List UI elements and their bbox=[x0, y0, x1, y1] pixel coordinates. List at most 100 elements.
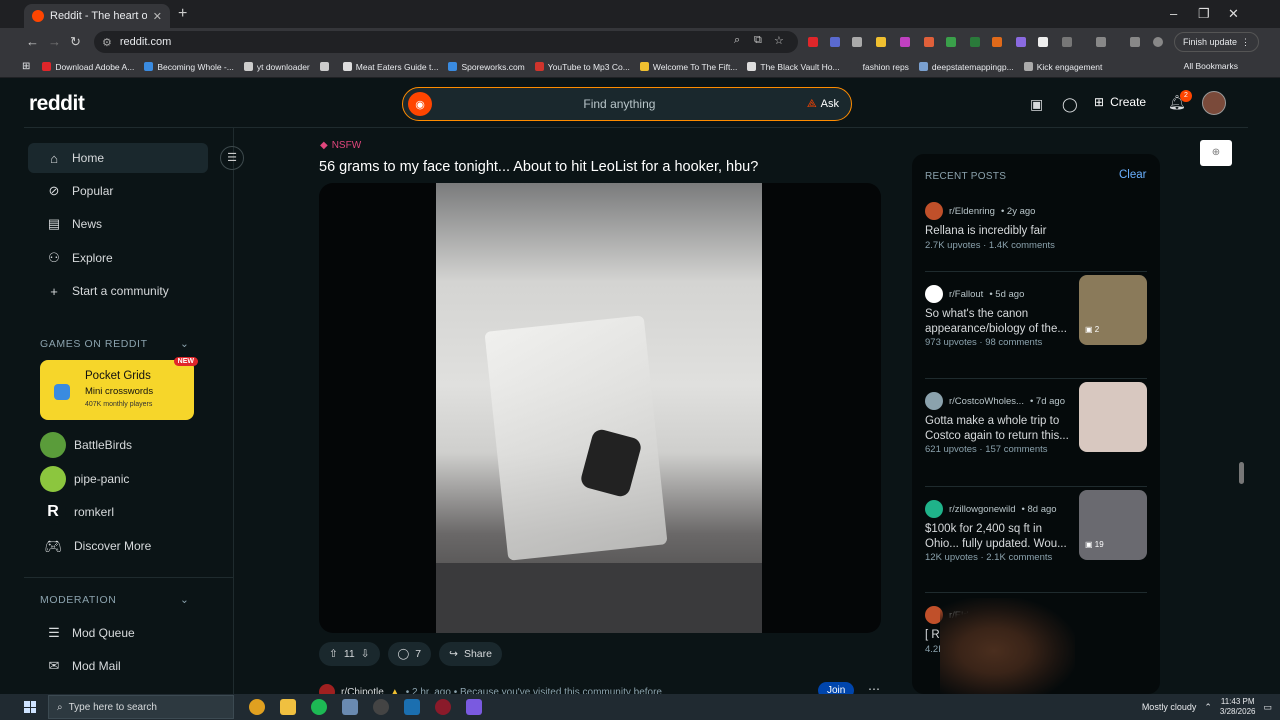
bookmark-item[interactable]: Kick engagement bbox=[1023, 62, 1102, 72]
advertise-icon[interactable]: ▣ bbox=[1030, 96, 1043, 113]
all-bookmarks-button[interactable]: All Bookmarks bbox=[1184, 61, 1238, 71]
featured-game-card[interactable]: NEW Pocket Grids Mini crosswords 407K mo… bbox=[40, 357, 198, 420]
browser-tab[interactable]: Reddit - The heart of the intern ✕ bbox=[24, 4, 170, 28]
tray-arrow-icon[interactable]: ⌃ bbox=[1204, 702, 1212, 713]
new-tab-icon[interactable]: + bbox=[178, 5, 187, 23]
post-title[interactable]: 56 grams to my face tonight... About to … bbox=[319, 159, 758, 175]
sidebar-item-mod-mail[interactable]: ✉ Mod Mail bbox=[28, 651, 208, 681]
bookmark-item[interactable]: Welcome To The Fift... bbox=[639, 62, 737, 72]
extension-icon[interactable] bbox=[1016, 37, 1026, 47]
apps-grid-icon[interactable]: ⊞ bbox=[22, 61, 30, 72]
windows-start-icon[interactable] bbox=[24, 701, 36, 713]
taskbar-search[interactable]: ⌕ Type here to search bbox=[48, 695, 234, 719]
recent-post-thumbnail[interactable] bbox=[1079, 275, 1147, 345]
extension-icon[interactable] bbox=[876, 37, 886, 47]
recent-post-item[interactable]: r/zillowgonewild • 8d ago $100k for 2,400 … bbox=[925, 490, 1147, 580]
recent-post-title[interactable]: Gotta make a whole trip to Costco again … bbox=[925, 414, 1075, 444]
extension-icon[interactable] bbox=[900, 37, 910, 47]
clear-recent-button[interactable]: Clear bbox=[1119, 169, 1146, 181]
upvote-icon[interactable]: ⇧ bbox=[329, 648, 338, 660]
user-avatar[interactable] bbox=[1202, 91, 1226, 115]
extension-icon[interactable] bbox=[924, 37, 934, 47]
reddit-logo[interactable]: reddit bbox=[29, 92, 85, 116]
clock[interactable]: 11:43 PM 3/28/2026 bbox=[1220, 697, 1256, 717]
back-icon[interactable]: ← bbox=[26, 34, 39, 49]
notifications-icon[interactable]: ▭ bbox=[1263, 702, 1272, 713]
site-info-icon[interactable]: ⚙ bbox=[102, 36, 112, 49]
extension-icon[interactable] bbox=[970, 37, 980, 47]
bookmark-item[interactable]: YouTube to Mp3 Co... bbox=[534, 62, 630, 72]
chat-icon[interactable]: ◯ bbox=[1062, 96, 1078, 113]
bookmark-item[interactable]: deepstatemappingp... bbox=[918, 62, 1014, 72]
game-item-battlebirds[interactable]: BattleBirds bbox=[40, 432, 132, 458]
minimize-icon[interactable]: – bbox=[1170, 6, 1177, 21]
steam-icon[interactable] bbox=[404, 699, 420, 715]
sidepanel-icon[interactable] bbox=[1096, 37, 1106, 47]
share-button[interactable]: ↪ Share bbox=[439, 642, 502, 666]
puzzle-icon[interactable] bbox=[1062, 37, 1072, 47]
media-icon[interactable] bbox=[1130, 37, 1140, 47]
bookmark-star-icon[interactable]: ☆ bbox=[774, 34, 784, 47]
subreddit-name[interactable]: r/zillowgonewild bbox=[949, 504, 1016, 515]
restore-icon[interactable]: ❐ bbox=[1198, 6, 1210, 22]
extension-icon[interactable] bbox=[852, 37, 862, 47]
file-explorer-icon[interactable] bbox=[280, 699, 296, 715]
bookmark-item[interactable]: fashion reps bbox=[849, 62, 909, 72]
bookmark-item[interactable]: yt downloader bbox=[243, 62, 310, 72]
subreddit-name[interactable]: r/Fallout bbox=[949, 289, 983, 300]
weather-text[interactable]: Mostly cloudy bbox=[1142, 702, 1197, 712]
extension-icon[interactable] bbox=[1038, 37, 1048, 47]
discover-more-link[interactable]: 🎮︎ Discover More bbox=[40, 533, 151, 559]
reload-icon[interactable]: ↻ bbox=[70, 34, 81, 50]
help-icon[interactable]: ⊕ bbox=[1200, 140, 1232, 166]
recent-post-title[interactable]: So what's the canon appearance/biology o… bbox=[925, 307, 1075, 337]
subreddit-name[interactable]: r/CostcoWholes... bbox=[949, 396, 1024, 407]
moderation-section-header[interactable]: MODERATION ⌄ bbox=[40, 594, 200, 606]
scrollbar[interactable] bbox=[1239, 462, 1244, 484]
recent-post-title[interactable]: Rellana is incredibly fair bbox=[925, 224, 1075, 239]
bookmark-item[interactable]: Download Adobe A... bbox=[42, 62, 134, 72]
address-bar[interactable]: ⚙ reddit.com bbox=[94, 31, 798, 53]
post-media[interactable] bbox=[319, 183, 881, 633]
bookmark-item[interactable]: Becoming Whole -... bbox=[144, 62, 234, 72]
sidebar-item-mod-queue[interactable]: ☰ Mod Queue bbox=[28, 618, 208, 648]
game-item-romkerl[interactable]: R romkerl bbox=[40, 499, 114, 525]
bookmark-item[interactable]: The Black Vault Ho... bbox=[747, 62, 840, 72]
recent-post-title[interactable]: $100k for 2,400 sq ft in Ohio... fully u… bbox=[925, 522, 1075, 552]
search-bar[interactable]: ◉ Find anything ⟁ Ask bbox=[402, 87, 852, 121]
post-image[interactable] bbox=[436, 183, 762, 633]
obs-icon[interactable] bbox=[435, 699, 451, 715]
recent-post-item[interactable]: r/CostcoWholes... • 7d ago Gotta make a wh… bbox=[925, 382, 1147, 472]
games-section-header[interactable]: GAMES ON REDDIT ⌄ bbox=[40, 338, 200, 350]
discord-icon[interactable] bbox=[466, 699, 482, 715]
bookmark-item[interactable] bbox=[319, 62, 333, 71]
sidebar-item-popular[interactable]: ⊘ Popular bbox=[28, 176, 208, 206]
media-player-icon[interactable] bbox=[373, 699, 389, 715]
downvote-icon[interactable]: ⇩ bbox=[361, 648, 370, 660]
extension-icon[interactable] bbox=[946, 37, 956, 47]
install-icon[interactable]: ⧉ bbox=[754, 34, 762, 47]
extension-icon[interactable] bbox=[808, 37, 818, 47]
subreddit-name[interactable]: r/Eldenring bbox=[949, 206, 995, 217]
forward-icon[interactable]: → bbox=[48, 34, 61, 49]
sidebar-item-explore[interactable]: ⚇ Explore bbox=[28, 243, 208, 273]
close-window-icon[interactable]: ✕ bbox=[1228, 6, 1239, 22]
zoom-icon[interactable]: ⌕ bbox=[734, 34, 740, 47]
sidebar-item-home[interactable]: ⌂ Home bbox=[28, 143, 208, 173]
spotify-icon[interactable] bbox=[311, 699, 327, 715]
app-icon[interactable] bbox=[342, 699, 358, 715]
create-button[interactable]: ⊞ Create bbox=[1094, 95, 1146, 109]
extension-icon[interactable] bbox=[992, 37, 1002, 47]
ask-button[interactable]: ⟁ Ask bbox=[807, 98, 839, 111]
recent-post-item[interactable]: r/Eldenring • 2y ago Rellana is incredibly… bbox=[925, 202, 1147, 282]
comments-button[interactable]: ◯ 7 bbox=[387, 642, 432, 666]
close-tab-icon[interactable]: ✕ bbox=[153, 10, 162, 23]
sidebar-item-news[interactable]: ▤ News bbox=[28, 209, 208, 239]
extension-icon[interactable] bbox=[830, 37, 840, 47]
profile-icon[interactable] bbox=[1153, 37, 1163, 47]
recent-post-thumbnail[interactable] bbox=[1079, 382, 1147, 452]
finish-update-button[interactable]: Finish update ⋮ bbox=[1174, 32, 1260, 52]
bookmark-item[interactable]: Meat Eaters Guide t... bbox=[342, 62, 438, 72]
sidebar-collapse-button[interactable]: ☰ bbox=[220, 146, 244, 170]
recent-post-item[interactable]: r/Fallout • 5d ago So what's the canon app… bbox=[925, 275, 1147, 365]
